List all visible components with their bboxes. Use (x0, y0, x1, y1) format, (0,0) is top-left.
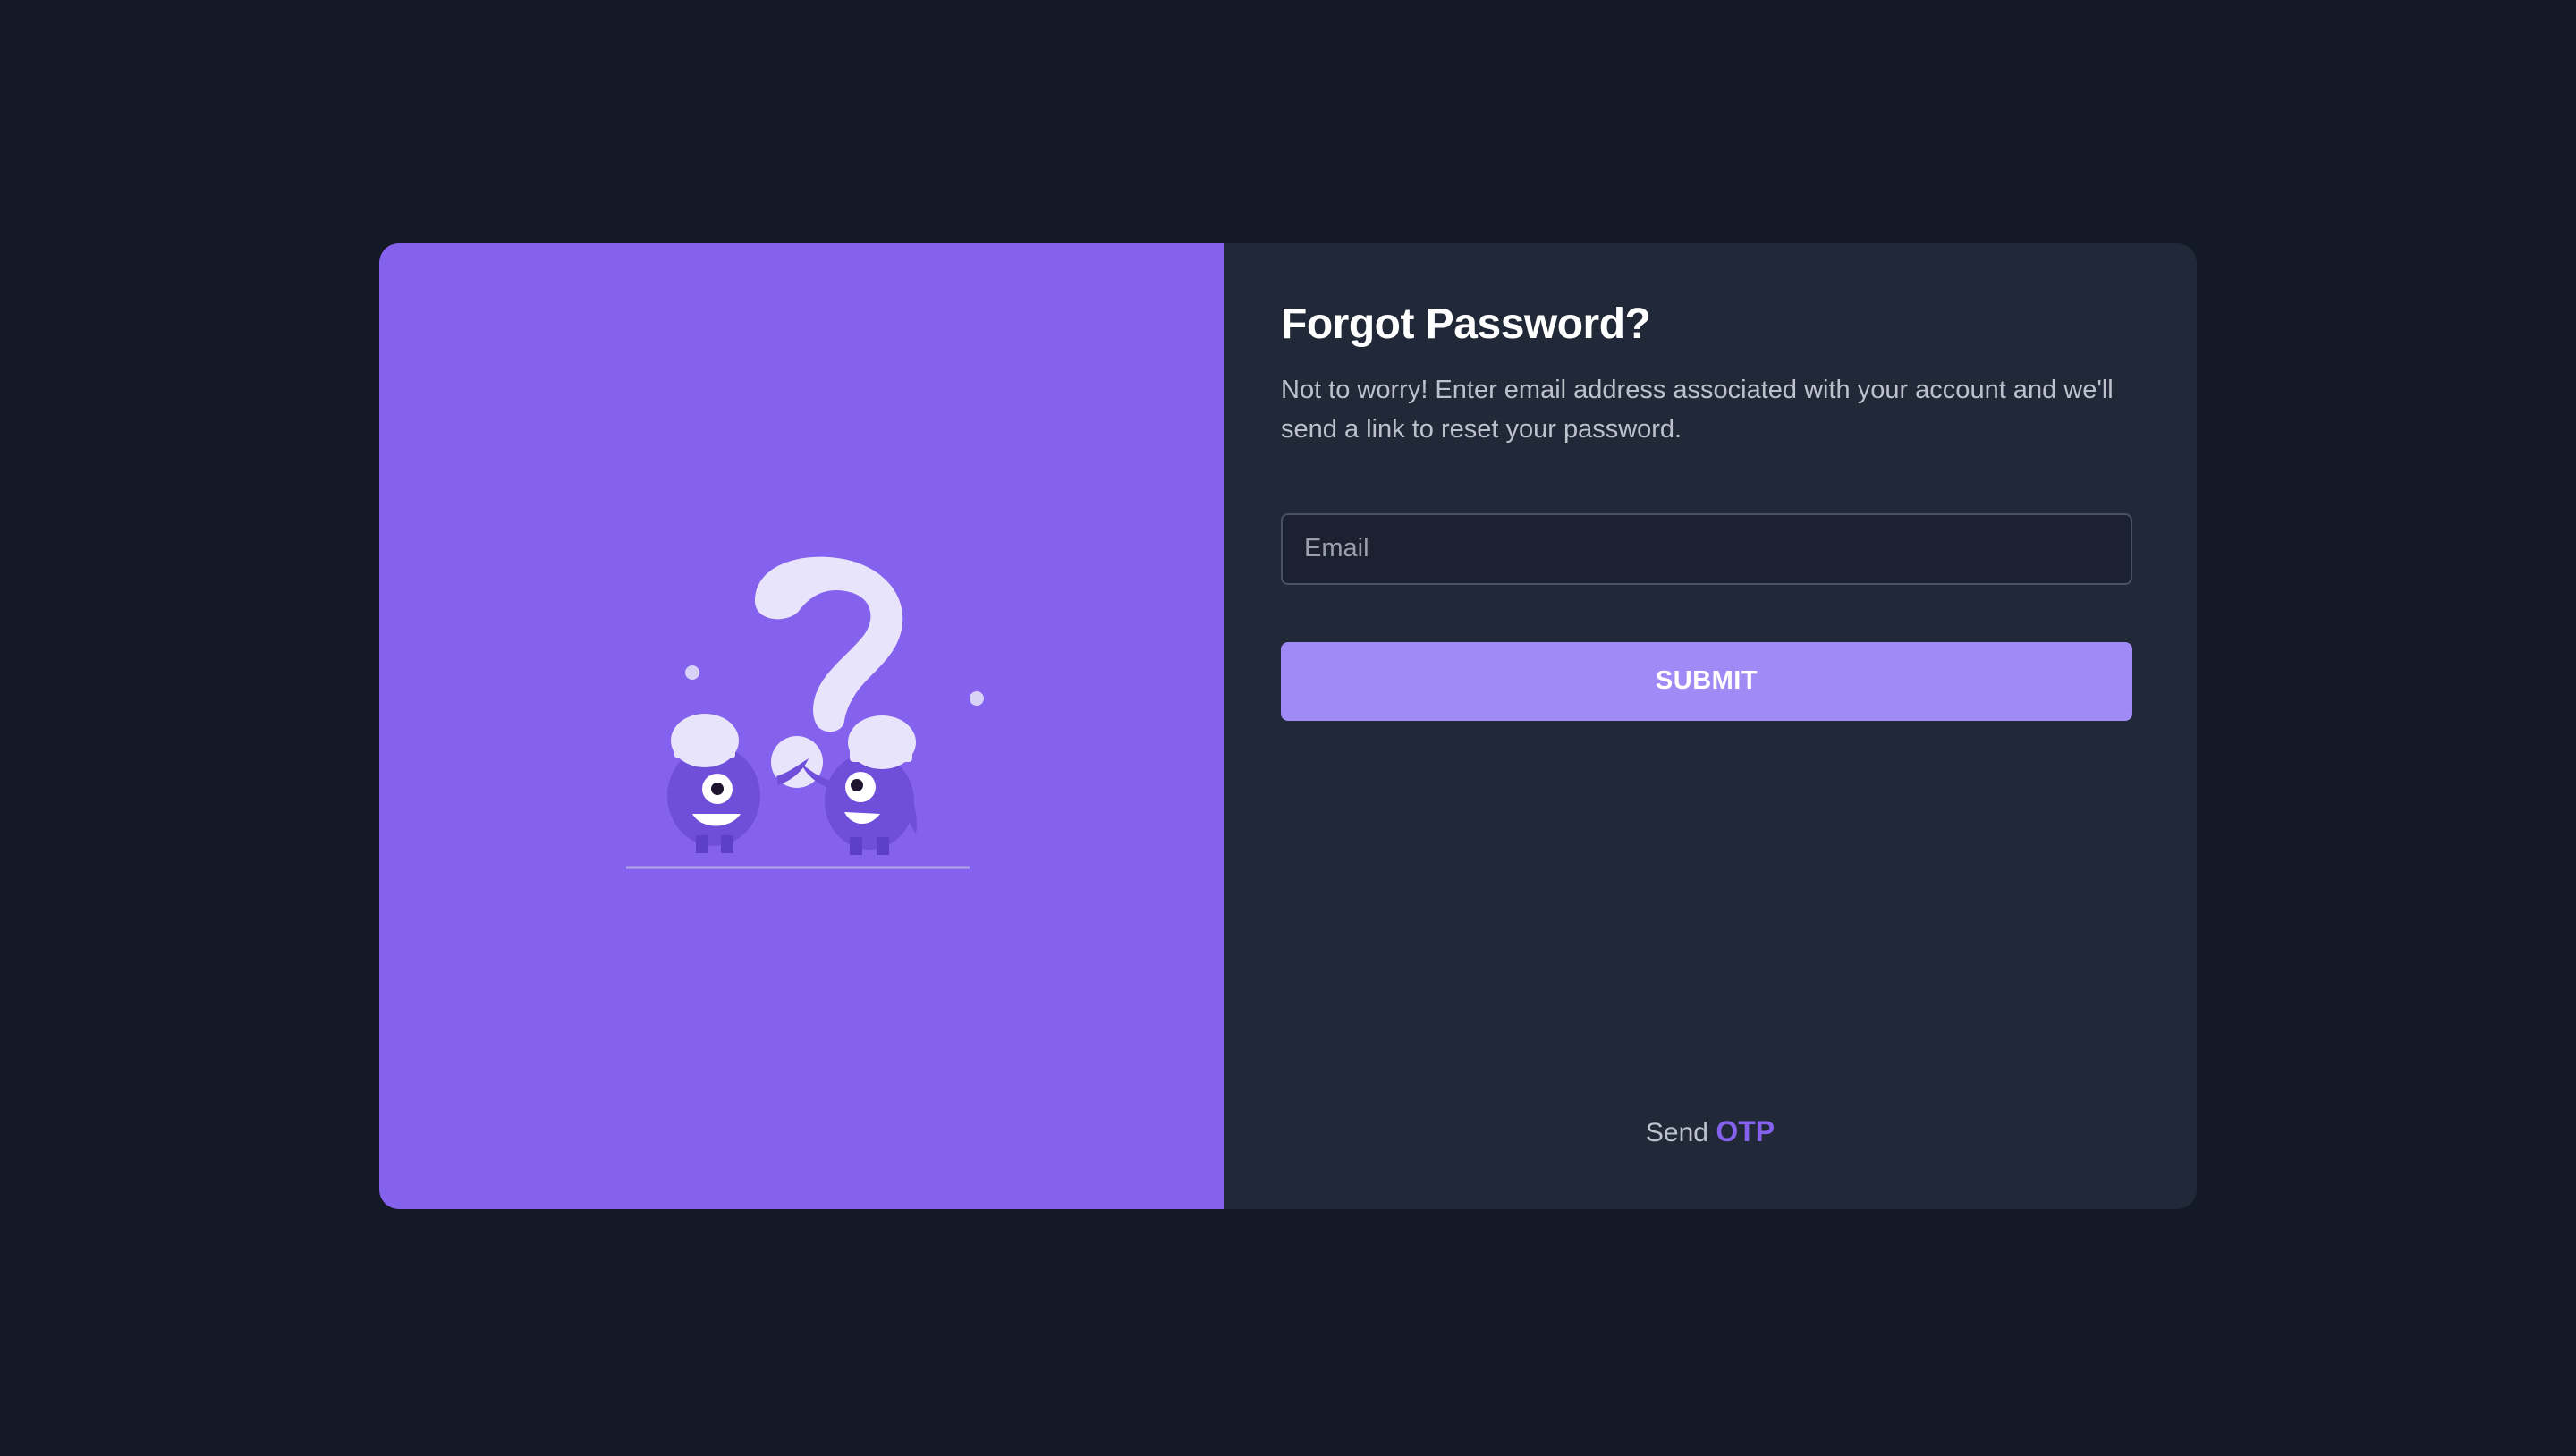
right-monster-icon (801, 715, 917, 855)
floating-dot (970, 691, 984, 706)
page-title: Forgot Password? (1281, 301, 1651, 348)
question-monsters-illustration (626, 556, 984, 869)
send-otp-prefix: Send (1645, 1118, 1708, 1147)
forgot-password-card: Forgot Password? Not to worry! Enter ema… (379, 243, 2197, 1209)
form-panel: Forgot Password? Not to worry! Enter ema… (1224, 243, 2197, 1209)
illustration-panel (379, 243, 1224, 1209)
floating-dot (685, 665, 699, 680)
submit-button[interactable]: SUBMIT (1281, 641, 2132, 721)
page-subtitle: Not to worry! Enter email address associ… (1281, 375, 2114, 444)
email-field[interactable] (1281, 512, 2132, 585)
send-otp-link[interactable]: OTP (1716, 1115, 1775, 1147)
send-otp-row: Send OTP (1224, 1115, 2197, 1148)
